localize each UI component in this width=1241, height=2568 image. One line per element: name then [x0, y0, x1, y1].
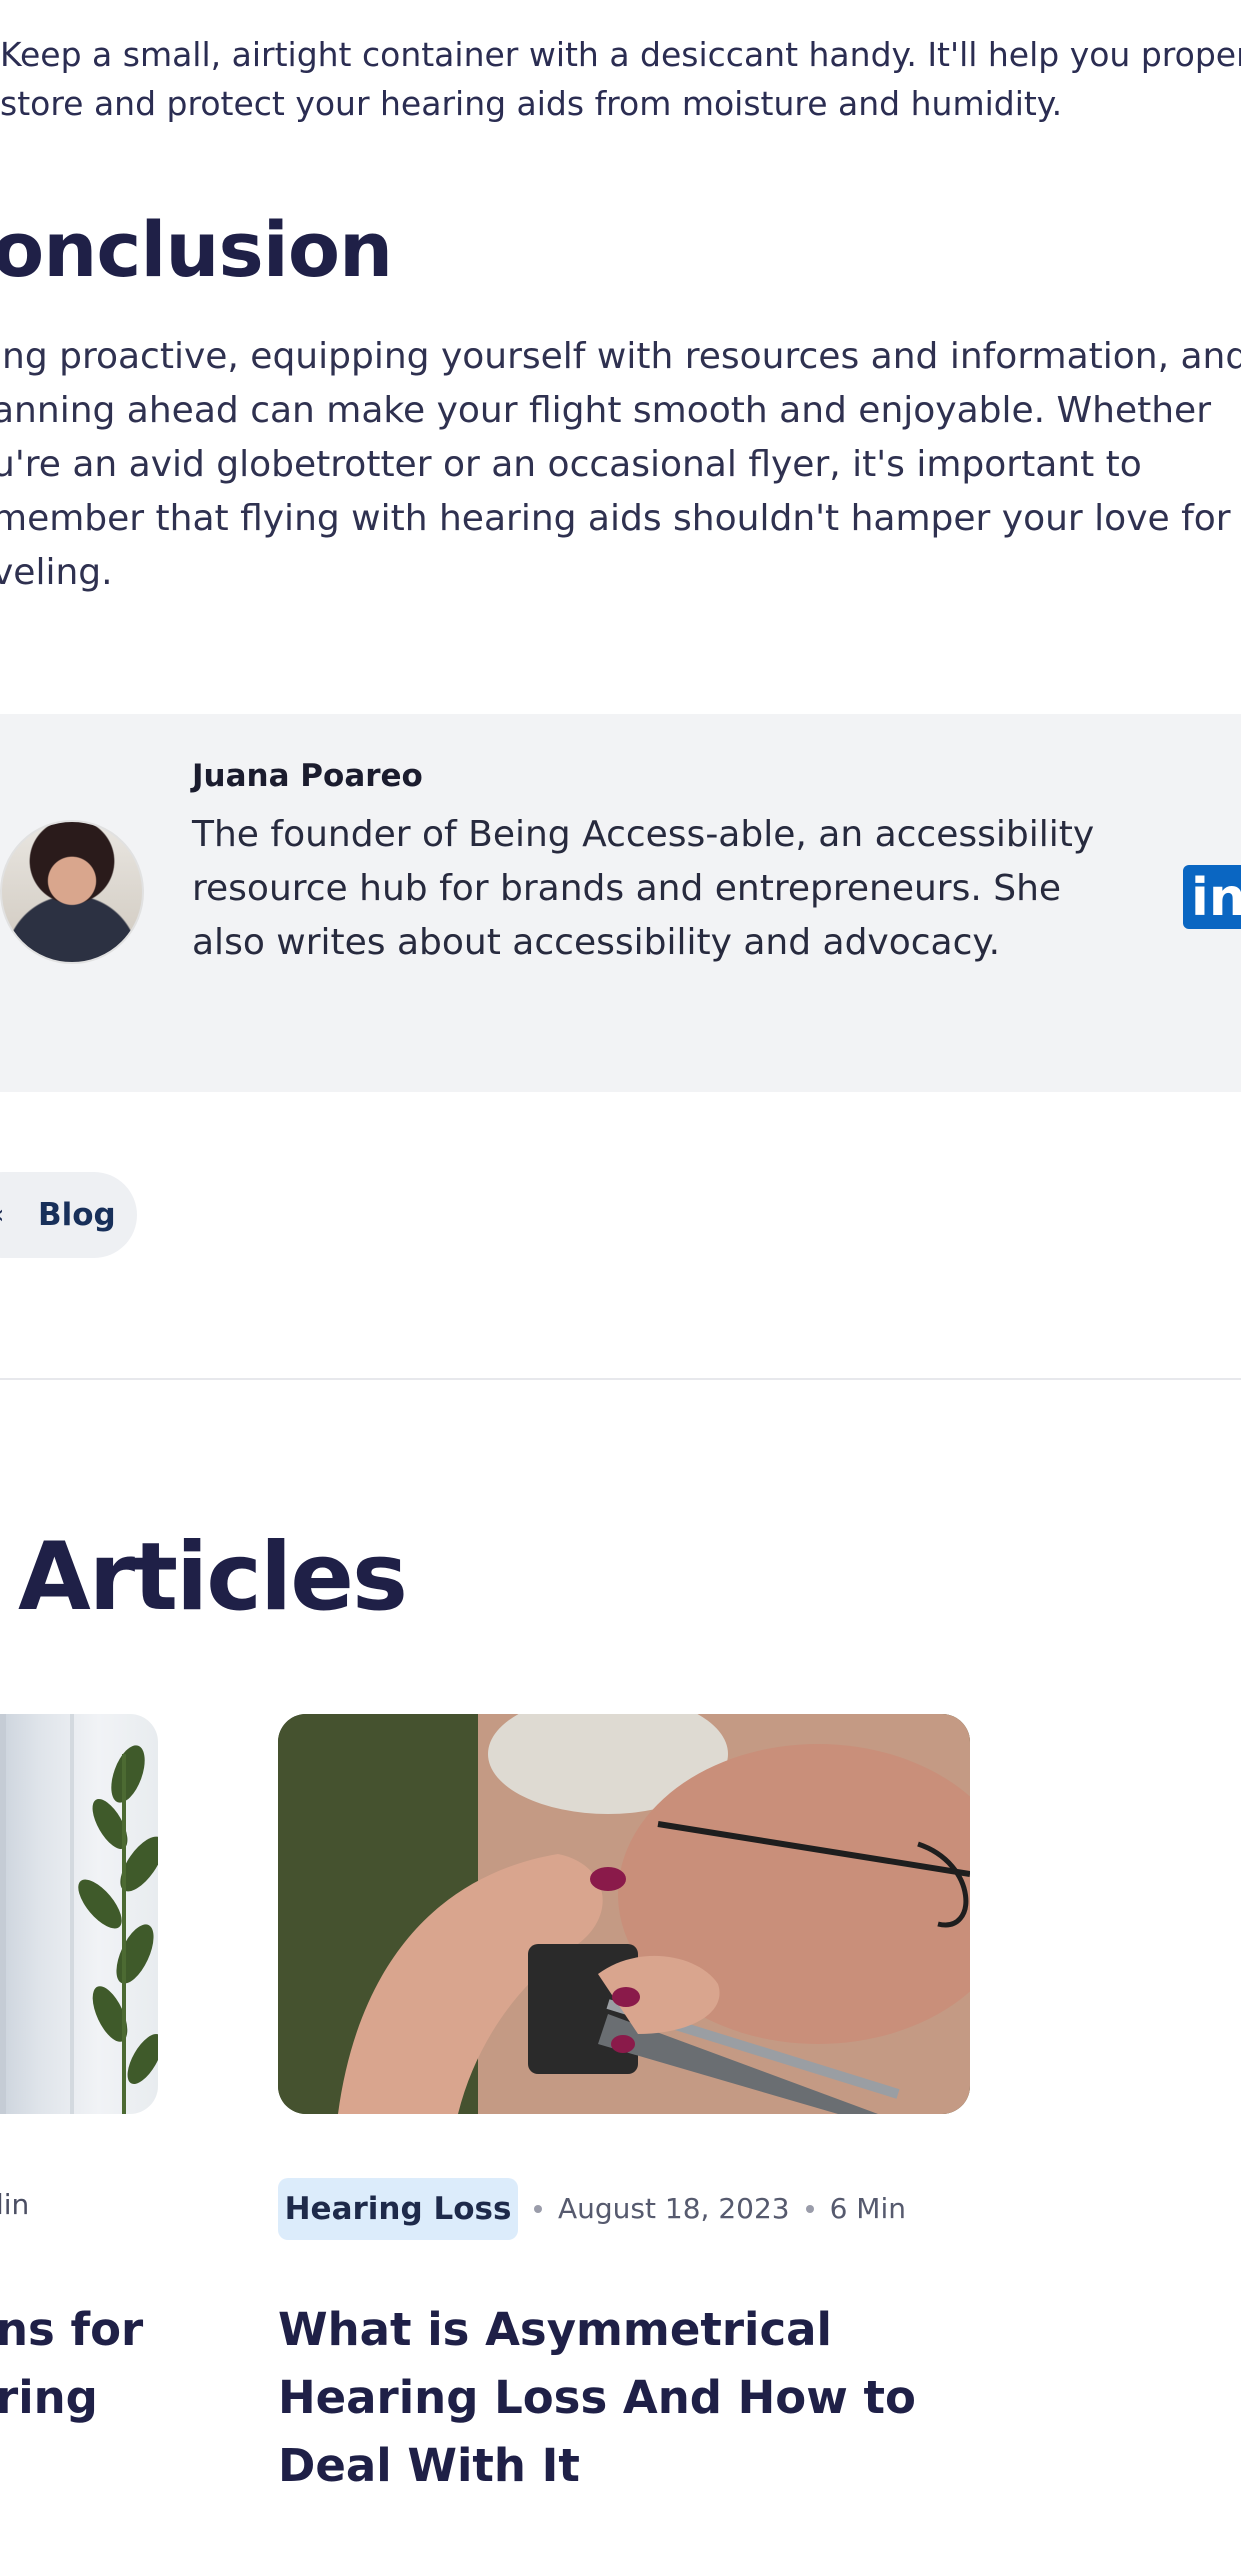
back-to-blog-button[interactable]: ‹ Blog	[0, 1172, 137, 1258]
tip-line: store and protect your hearing aids from…	[0, 84, 1063, 123]
article-card-image[interactable]	[0, 1714, 158, 2114]
article-card-title[interactable]: ns for ring	[0, 2296, 143, 2432]
title-line: ring	[0, 2371, 98, 2424]
category-tag[interactable]: Hearing Loss	[278, 2178, 518, 2240]
section-divider	[0, 1378, 1241, 1380]
article-meta-readtime: lin	[0, 2188, 30, 2221]
plant-image	[0, 1714, 158, 2114]
conclusion-line: ing proactive, equipping yourself with r…	[0, 336, 1241, 377]
article-read-time: 6 Min	[829, 2192, 906, 2225]
article-meta: August 18, 2023 6 Min	[534, 2192, 906, 2225]
author-bio-line: The founder of Being Access-able, an acc…	[192, 814, 1095, 855]
chevron-left-icon: ‹	[0, 1200, 18, 1230]
ear-exam-image	[278, 1714, 970, 2114]
conclusion-line: veling.	[0, 552, 113, 593]
separator-dot	[534, 2204, 542, 2213]
title-line: Hearing Loss And How to	[278, 2371, 916, 2424]
conclusion-paragraph: ing proactive, equipping yourself with r…	[0, 330, 1241, 600]
author-bio-line: resource hub for brands and entrepreneur…	[192, 868, 1062, 909]
article-date: August 18, 2023	[558, 2192, 790, 2225]
related-articles-heading: Articles	[18, 1523, 408, 1632]
article-card-title[interactable]: What is Asymmetrical Hearing Loss And Ho…	[278, 2296, 958, 2500]
linkedin-icon[interactable]: in	[1183, 865, 1241, 929]
back-to-blog-label: Blog	[38, 1197, 116, 1233]
conclusion-heading: onclusion	[0, 205, 393, 294]
author-bio: The founder of Being Access-able, an acc…	[192, 808, 1122, 970]
tip-line: Keep a small, airtight container with a …	[0, 35, 1241, 74]
author-bio-line: also writes about accessibility and advo…	[192, 922, 1001, 963]
tip-paragraph: Keep a small, airtight container with a …	[0, 30, 1241, 128]
conclusion-line: u're an avid globetrotter or an occasion…	[0, 444, 1142, 485]
author-name: Juana Poareo	[192, 758, 423, 794]
conclusion-line: member that flying with hearing aids sho…	[0, 498, 1231, 539]
title-line: ns for	[0, 2303, 144, 2356]
title-line: Deal With It	[278, 2439, 580, 2492]
author-avatar	[0, 820, 144, 964]
conclusion-line: anning ahead can make your flight smooth…	[0, 390, 1211, 431]
article-card-image[interactable]	[278, 1714, 970, 2114]
separator-dot	[805, 2204, 814, 2213]
title-line: What is Asymmetrical	[278, 2303, 832, 2356]
